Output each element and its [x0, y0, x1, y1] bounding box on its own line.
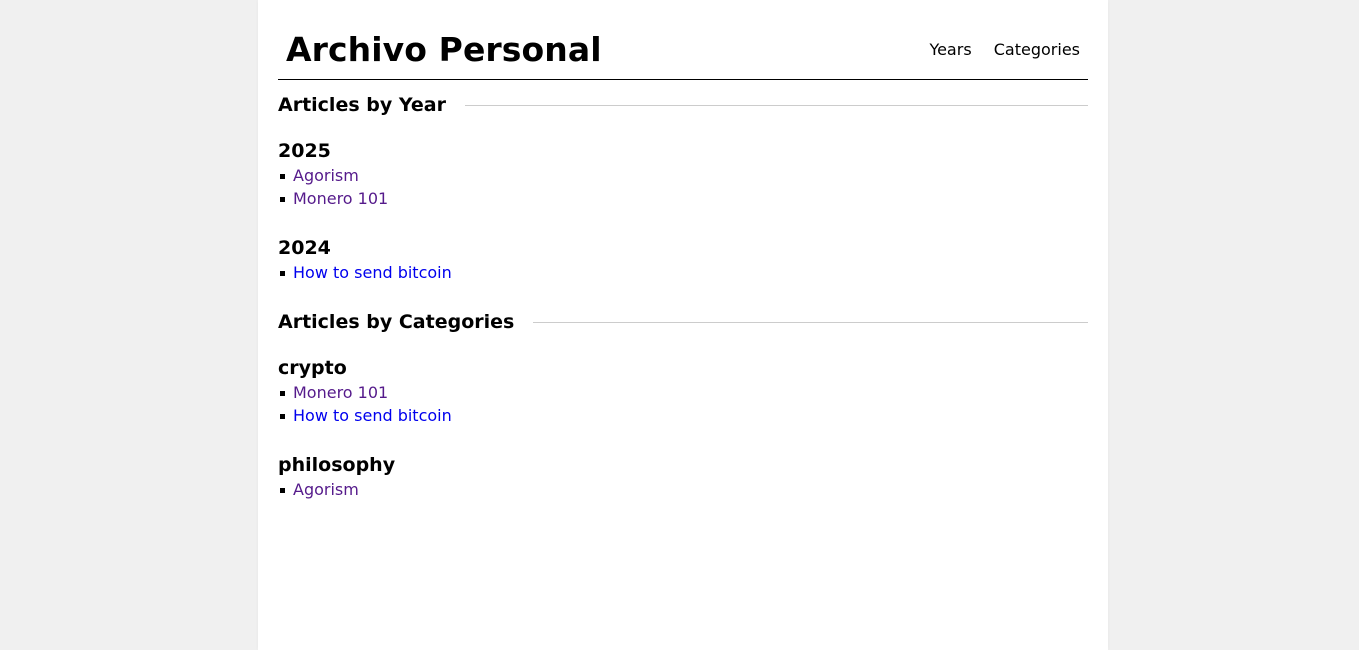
- years-section-heading: Articles by Year: [278, 93, 1088, 117]
- list-item: How to send bitcoin: [278, 404, 1088, 427]
- section-divider: [533, 321, 1088, 323]
- article-link[interactable]: Agorism: [293, 480, 359, 499]
- page-content: Archivo Personal Years Categories Articl…: [258, 0, 1108, 650]
- year-group-title: 2025: [278, 140, 331, 162]
- nav-link-categories[interactable]: Categories: [994, 40, 1080, 59]
- main-nav: Years Categories: [912, 40, 1080, 60]
- site-header: Archivo Personal Years Categories: [278, 0, 1088, 80]
- article-link[interactable]: Monero 101: [293, 189, 388, 208]
- list-item: Agorism: [278, 164, 1088, 187]
- section-divider: [464, 104, 1088, 106]
- article-link[interactable]: How to send bitcoin: [293, 406, 452, 425]
- category-article-list: Agorism: [278, 478, 1088, 501]
- article-link[interactable]: How to send bitcoin: [293, 263, 452, 282]
- year-article-list: Agorism Monero 101: [278, 164, 1088, 210]
- category-group-title: philosophy: [278, 454, 396, 476]
- nav-link-years[interactable]: Years: [929, 40, 971, 59]
- site-title[interactable]: Archivo Personal: [286, 30, 602, 70]
- years-section-title: Articles by Year: [278, 94, 446, 116]
- article-link[interactable]: Monero 101: [293, 383, 388, 402]
- categories-section-heading: Articles by Categories: [278, 310, 1088, 334]
- category-article-list: Monero 101 How to send bitcoin: [278, 381, 1088, 427]
- list-item: Agorism: [278, 478, 1088, 501]
- year-group-title: 2024: [278, 237, 331, 259]
- list-item: Monero 101: [278, 187, 1088, 210]
- category-group-title: crypto: [278, 357, 347, 379]
- year-article-list: How to send bitcoin: [278, 261, 1088, 284]
- article-link[interactable]: Agorism: [293, 166, 359, 185]
- list-item: Monero 101: [278, 381, 1088, 404]
- categories-section-title: Articles by Categories: [278, 311, 515, 333]
- list-item: How to send bitcoin: [278, 261, 1088, 284]
